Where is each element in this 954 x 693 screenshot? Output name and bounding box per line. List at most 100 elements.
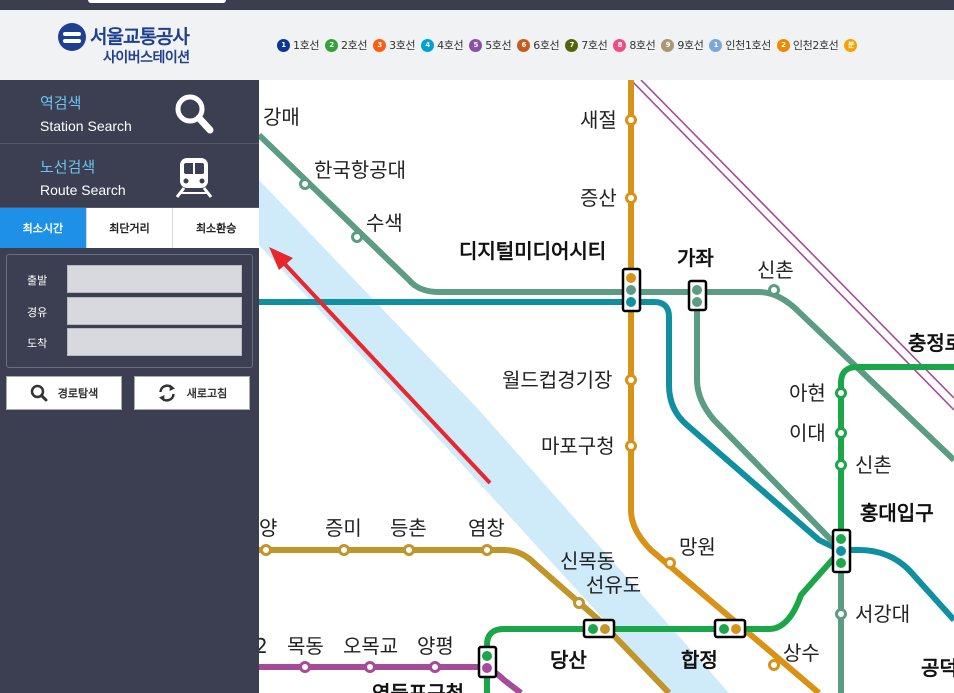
- transfer-dangsan[interactable]: [477, 645, 498, 679]
- refresh-icon: [158, 384, 175, 402]
- transfer-seonyudo[interactable]: [582, 618, 616, 639]
- arrival-input[interactable]: [67, 328, 242, 356]
- station-label-gangmae[interactable]: 강매: [263, 105, 300, 129]
- station-dot-saejeol[interactable]: [625, 114, 637, 126]
- station-dot-sinchon-gy[interactable]: [768, 284, 780, 296]
- station-label-deungchon[interactable]: 등촌: [390, 516, 427, 540]
- station-dot-sinmokdong[interactable]: [573, 597, 585, 609]
- search-icon: [30, 384, 48, 402]
- station-dot-jeungmi[interactable]: [338, 544, 350, 556]
- station-dot-yangpyeong[interactable]: [429, 661, 441, 673]
- line-badge-icon: 7: [565, 38, 579, 52]
- line-badge-icon: 1: [709, 38, 723, 52]
- station-dot-ahyeon[interactable]: [835, 387, 847, 399]
- station-label-seogangdae[interactable]: 서강대: [855, 602, 910, 626]
- departure-row: 출발: [7, 265, 252, 293]
- via-input[interactable]: [67, 297, 242, 325]
- tab-min-transfer[interactable]: 최소환승: [173, 208, 259, 248]
- station-label-worldcup[interactable]: 월드컵경기장: [502, 368, 612, 392]
- tab-min-distance[interactable]: 최단거리: [87, 208, 174, 248]
- line-selector-item[interactable]: 1 인천1호선: [709, 37, 771, 53]
- route-search-submit-button[interactable]: 경로탐색: [6, 376, 122, 410]
- line-label: 1호선: [293, 39, 320, 52]
- station-label-mapogucheong[interactable]: 마포구청: [541, 434, 615, 458]
- station-dot-mapogucheong[interactable]: [625, 440, 637, 452]
- station-label-sinmokdong[interactable]: 신목동: [560, 549, 615, 573]
- station-dot-sinchon2[interactable]: [835, 459, 847, 471]
- line-label: 7호선: [581, 39, 608, 52]
- station-label-chungjeongro[interactable]: 충정로: [908, 331, 954, 355]
- line-selector-item[interactable]: 5 5호선: [469, 37, 512, 53]
- station-label-gongdeok[interactable]: 공덕: [921, 656, 954, 680]
- station-label-jeungsan[interactable]: 증산: [580, 186, 617, 210]
- station-dot-idae[interactable]: [835, 427, 847, 439]
- line-badge-icon: 3: [373, 38, 387, 52]
- line-selector-item[interactable]: 7 7호선: [565, 37, 608, 53]
- station-label-dmc[interactable]: 디지털미디어시티: [459, 239, 606, 263]
- station-label-mangwon[interactable]: 망원: [679, 535, 716, 559]
- departure-input[interactable]: [67, 265, 242, 293]
- line-selector-item[interactable]: 6 6호선: [517, 37, 560, 53]
- station-label-mokdong[interactable]: 목동: [287, 634, 324, 658]
- station-label-gajwa[interactable]: 가좌: [677, 246, 714, 270]
- station-label-saejeol[interactable]: 새절: [580, 108, 617, 132]
- station-dot-deungchon[interactable]: [403, 544, 415, 556]
- tab-min-time[interactable]: 최소시간: [0, 208, 87, 248]
- station-dot-omokgyo[interactable]: [364, 661, 376, 673]
- refresh-button[interactable]: 새로고침: [134, 376, 250, 410]
- route-search-button[interactable]: 노선검색 Route Search: [0, 144, 259, 208]
- departure-label: 출발: [27, 274, 48, 287]
- subway-map[interactable]: 강매 한국항공대 수색 새절 증산 신촌 월드컵경기장 마포구청 아현 이대 신…: [259, 80, 954, 693]
- line-selector-item[interactable]: 2 인천2호선: [776, 37, 839, 53]
- station-label-yangpyeong[interactable]: 양평: [417, 634, 454, 658]
- station-label-omokgyo[interactable]: 오목교: [343, 634, 398, 658]
- station-label-susaek[interactable]: 수색: [366, 211, 403, 235]
- search-icon: [175, 94, 214, 134]
- line-selector-item[interactable]: 분: [844, 37, 860, 53]
- station-dot-jeungsan[interactable]: [625, 192, 637, 204]
- station-dot-seogangdae[interactable]: [835, 608, 847, 620]
- line-selector-item[interactable]: 9 9호선: [661, 37, 704, 53]
- line-selector-item[interactable]: 4 4호선: [421, 37, 464, 53]
- station-search-button[interactable]: 역검색 Station Search: [0, 80, 259, 144]
- station-label-sangsu[interactable]: 상수: [783, 641, 820, 665]
- station-label-ahyeon[interactable]: 아현: [789, 381, 826, 405]
- station-label-idae[interactable]: 이대: [789, 421, 826, 445]
- station-label-hanguk[interactable]: 한국항공대: [314, 158, 406, 182]
- station-label-hongdae[interactable]: 홍대입구: [860, 501, 934, 525]
- station-dot-susaek[interactable]: [351, 231, 363, 243]
- station-label-yang[interactable]: 양: [259, 516, 277, 540]
- station-label-seonyudo[interactable]: 선유도: [586, 573, 641, 597]
- station-label-hapjeong[interactable]: 합정: [681, 648, 718, 672]
- line-selector-item[interactable]: 1 1호선: [277, 37, 319, 53]
- logo[interactable]: 서울교통공사 사이버스테이션: [58, 22, 208, 68]
- browser-tab[interactable]: [88, 0, 226, 3]
- station-dot-sangsu[interactable]: [768, 659, 780, 671]
- transfer-dmc[interactable]: [621, 267, 642, 313]
- station-label-jeungmi[interactable]: 증미: [325, 516, 362, 540]
- transfer-gajwa[interactable]: [687, 279, 708, 312]
- subway-map-canvas[interactable]: 강매 한국항공대 수색 새절 증산 신촌 월드컵경기장 마포구청 아현 이대 신…: [259, 80, 954, 693]
- station-label-sinchon-gy[interactable]: 신촌: [757, 258, 794, 282]
- transfer-hapjeong[interactable]: [713, 618, 747, 639]
- station-dot-hanguk[interactable]: [299, 178, 311, 190]
- station-label-dangsan[interactable]: 당산: [550, 648, 587, 672]
- station-dot-yang[interactable]: [260, 544, 272, 556]
- sidebar: 역검색 Station Search 노선검색 Route Search 최소시…: [0, 80, 259, 693]
- line-selector-item[interactable]: 8 8호선: [613, 37, 656, 53]
- line-selector-item[interactable]: 3 3호선: [373, 37, 416, 53]
- line-badge-icon: 9: [661, 38, 675, 52]
- station-label-yeomchang[interactable]: 염창: [468, 516, 505, 540]
- transfer-hongdae[interactable]: [831, 528, 852, 574]
- station-dot-mokdong[interactable]: [299, 661, 311, 673]
- station-label-yeongdeungpo[interactable]: 영등포구청: [372, 681, 464, 693]
- line-selector-item[interactable]: 2 2호선: [325, 37, 367, 53]
- station-dot-mangwon[interactable]: [664, 557, 676, 569]
- line-label: 3호선: [389, 39, 416, 52]
- line-badge-icon: 2: [325, 38, 339, 52]
- station-dot-yeomchang[interactable]: [481, 544, 493, 556]
- station-search-label-en: Station Search: [40, 118, 132, 134]
- station-dot-worldcup[interactable]: [625, 374, 637, 386]
- refresh-label: 새로고침: [186, 387, 228, 400]
- station-label-sinchon2[interactable]: 신촌: [855, 453, 892, 477]
